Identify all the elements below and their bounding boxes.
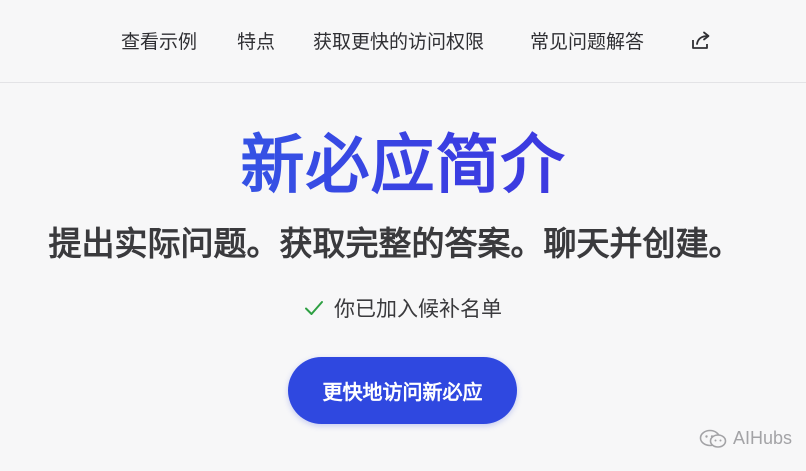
hero-subtitle: 提出实际问题。获取完整的答案。聊天并创建。 (48, 224, 742, 263)
faster-access-button[interactable]: 更快地访问新必应 (288, 357, 517, 424)
watermark: AIHubs (699, 428, 792, 449)
waitlist-status: 你已加入候补名单 (0, 294, 806, 324)
nav-item-see-examples[interactable]: 查看示例 (121, 30, 197, 54)
top-navigation-bar: 查看示例 特点 获取更快的访问权限 常见问题解答 (0, 0, 806, 83)
hero-title: 新必应简介 (0, 126, 806, 206)
page: 查看示例 特点 获取更快的访问权限 常见问题解答 新必应简介 提出实际问题。获取… (0, 0, 806, 471)
check-icon (305, 301, 323, 315)
nav-item-faq[interactable]: 常见问题解答 (530, 30, 644, 54)
nav-item-features[interactable]: 特点 (237, 30, 275, 54)
waitlist-status-text: 你已加入候补名单 (334, 297, 502, 321)
share-icon[interactable] (690, 31, 712, 51)
watermark-text: AIHubs (732, 428, 792, 448)
wechat-icon (699, 429, 727, 448)
nav-item-faster-access[interactable]: 获取更快的访问权限 (313, 30, 484, 54)
